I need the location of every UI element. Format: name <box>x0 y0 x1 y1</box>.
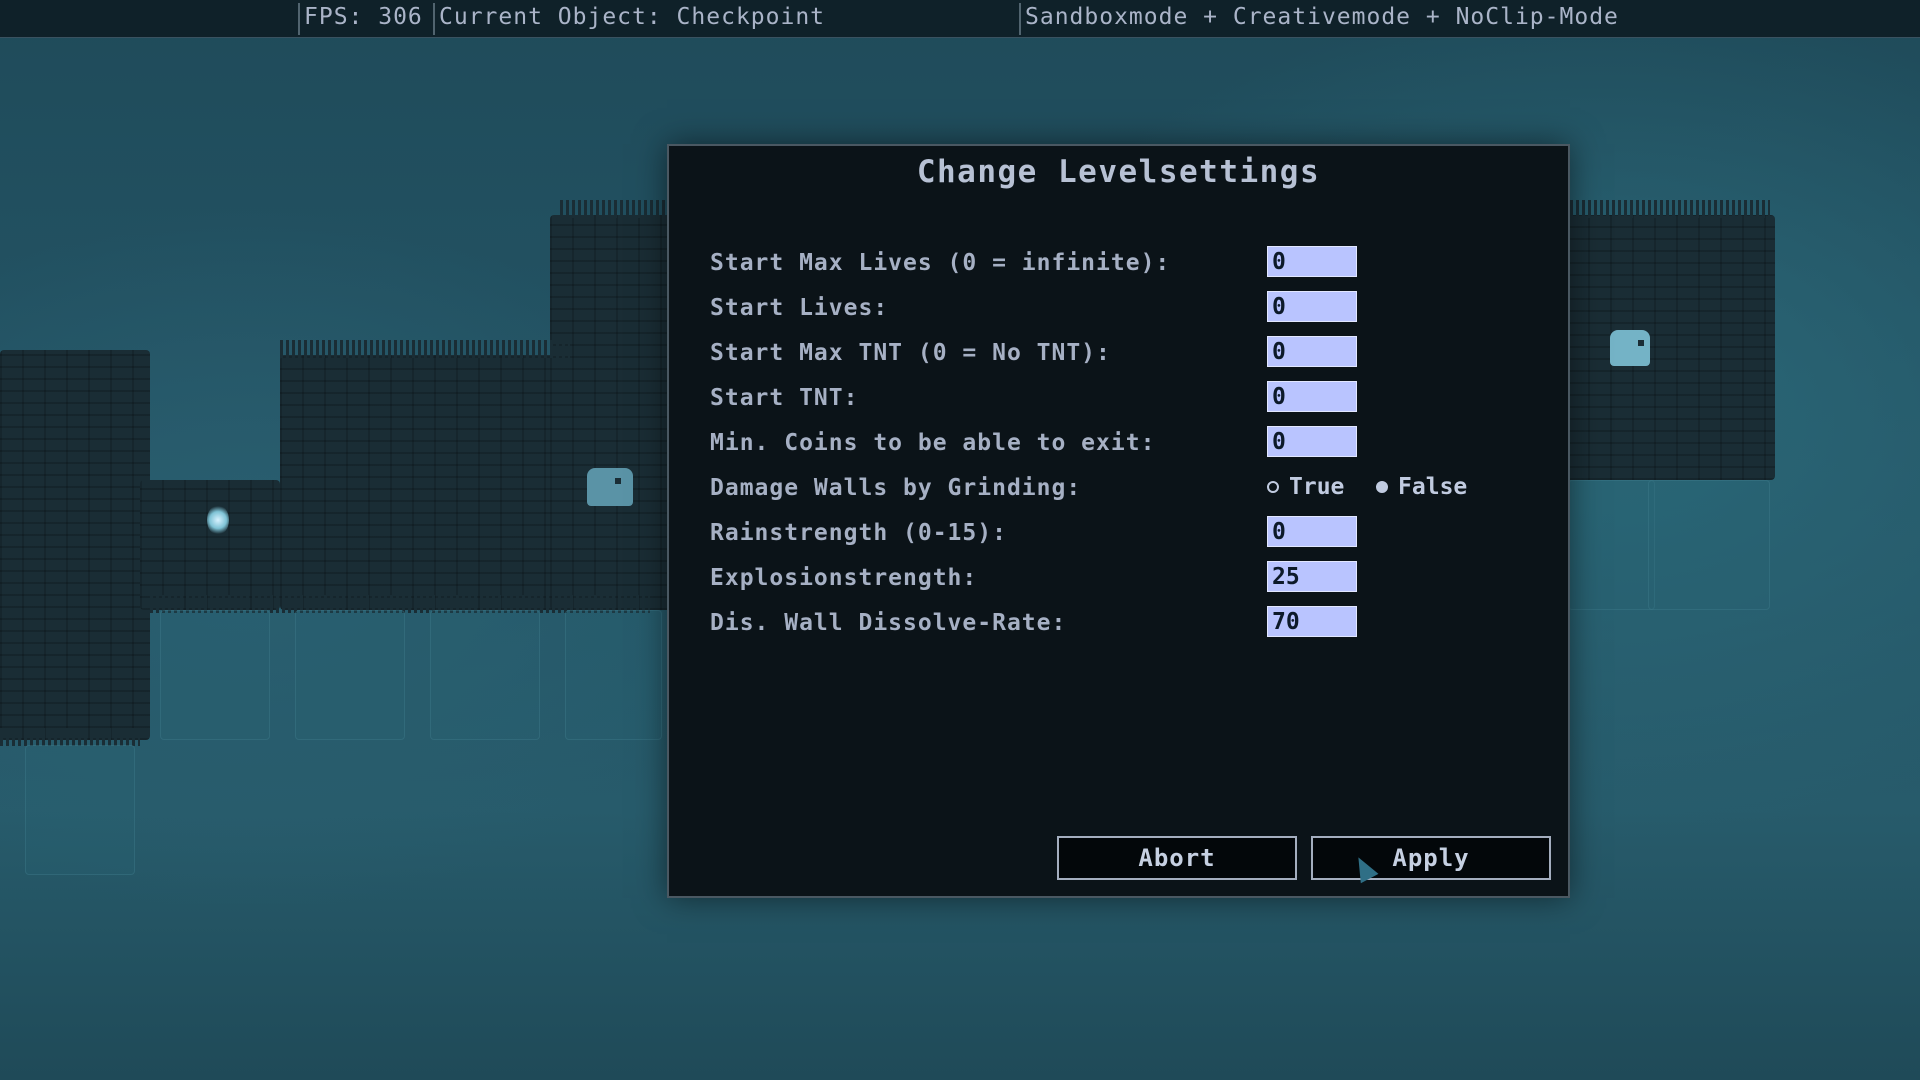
setting-label: Dis. Wall Dissolve-Rate: <box>710 610 1067 636</box>
setting-row-start-lives: Start Lives: <box>710 291 1530 331</box>
radio-false[interactable]: False <box>1376 474 1467 500</box>
start-max-tnt-input[interactable] <box>1267 336 1357 367</box>
grass-strip <box>0 728 140 746</box>
hud-separator <box>1019 3 1021 35</box>
rainstrength-input[interactable] <box>1267 516 1357 547</box>
min-coins-input[interactable] <box>1267 426 1357 457</box>
floor-tile <box>295 610 405 740</box>
top-status-bar: FPS: 306 Current Object: Checkpoint Sand… <box>0 0 1920 38</box>
setting-row-rainstrength: Rainstrength (0-15): <box>710 516 1530 556</box>
creature-sprite <box>1610 330 1650 366</box>
setting-row-start-max-tnt: Start Max TNT (0 = No TNT): <box>710 336 1530 376</box>
abort-button[interactable]: Abort <box>1057 836 1297 880</box>
radio-true[interactable]: True <box>1267 474 1344 500</box>
mode-indicator: Sandboxmode + Creativemode + NoClip-Mode <box>1025 4 1619 30</box>
hud-separator <box>298 3 300 35</box>
setting-label: Rainstrength (0-15): <box>710 520 1007 546</box>
setting-label: Explosionstrength: <box>710 565 978 591</box>
fps-counter: FPS: 306 <box>304 4 423 30</box>
setting-row-explosionstrength: Explosionstrength: <box>710 561 1530 601</box>
setting-label: Start Max TNT (0 = No TNT): <box>710 340 1111 366</box>
cave-wall <box>140 480 280 610</box>
damage-walls-radio-group: True False <box>1267 474 1489 500</box>
radio-unselected-icon <box>1267 481 1279 493</box>
setting-row-start-tnt: Start TNT: <box>710 381 1530 421</box>
start-lives-input[interactable] <box>1267 291 1357 322</box>
hud-separator <box>433 3 435 35</box>
cave-wall <box>0 350 150 740</box>
level-settings-dialog: Change Levelsettings Start Max Lives (0 … <box>667 144 1570 898</box>
floor-tile <box>565 610 662 740</box>
cave-wall <box>280 355 590 610</box>
floor-tile <box>1648 480 1770 610</box>
radio-label: True <box>1289 474 1345 500</box>
explosionstrength-input[interactable] <box>1267 561 1357 592</box>
radio-selected-icon <box>1376 481 1389 493</box>
setting-row-damage-walls: Damage Walls by Grinding: True False <box>710 471 1530 511</box>
floor-tile <box>25 745 135 875</box>
setting-row-dissolve-rate: Dis. Wall Dissolve-Rate: <box>710 606 1530 646</box>
radio-label: False <box>1398 474 1468 500</box>
grass-strip <box>280 340 570 358</box>
creature-sprite <box>587 468 633 506</box>
dissolve-rate-input[interactable] <box>1267 606 1357 637</box>
apply-button[interactable]: Apply <box>1311 836 1551 880</box>
current-object-label: Current Object: Checkpoint <box>439 4 826 30</box>
setting-label: Min. Coins to be able to exit: <box>710 430 1156 456</box>
setting-label: Start Lives: <box>710 295 889 321</box>
checkpoint-glow <box>207 505 229 535</box>
setting-label: Start Max Lives (0 = infinite): <box>710 250 1171 276</box>
grass-strip <box>1570 200 1770 218</box>
setting-label: Damage Walls by Grinding: <box>710 475 1082 501</box>
grass-strip <box>560 200 670 218</box>
dialog-title: Change Levelsettings <box>916 154 1321 190</box>
setting-row-start-max-lives: Start Max Lives (0 = infinite): <box>710 246 1530 286</box>
setting-label: Start TNT: <box>710 385 859 411</box>
floor-tile <box>160 610 270 740</box>
floor-tile <box>430 610 540 740</box>
setting-row-min-coins: Min. Coins to be able to exit: <box>710 426 1530 466</box>
floor-tile <box>1568 480 1655 610</box>
start-max-lives-input[interactable] <box>1267 246 1357 277</box>
start-tnt-input[interactable] <box>1267 381 1357 412</box>
